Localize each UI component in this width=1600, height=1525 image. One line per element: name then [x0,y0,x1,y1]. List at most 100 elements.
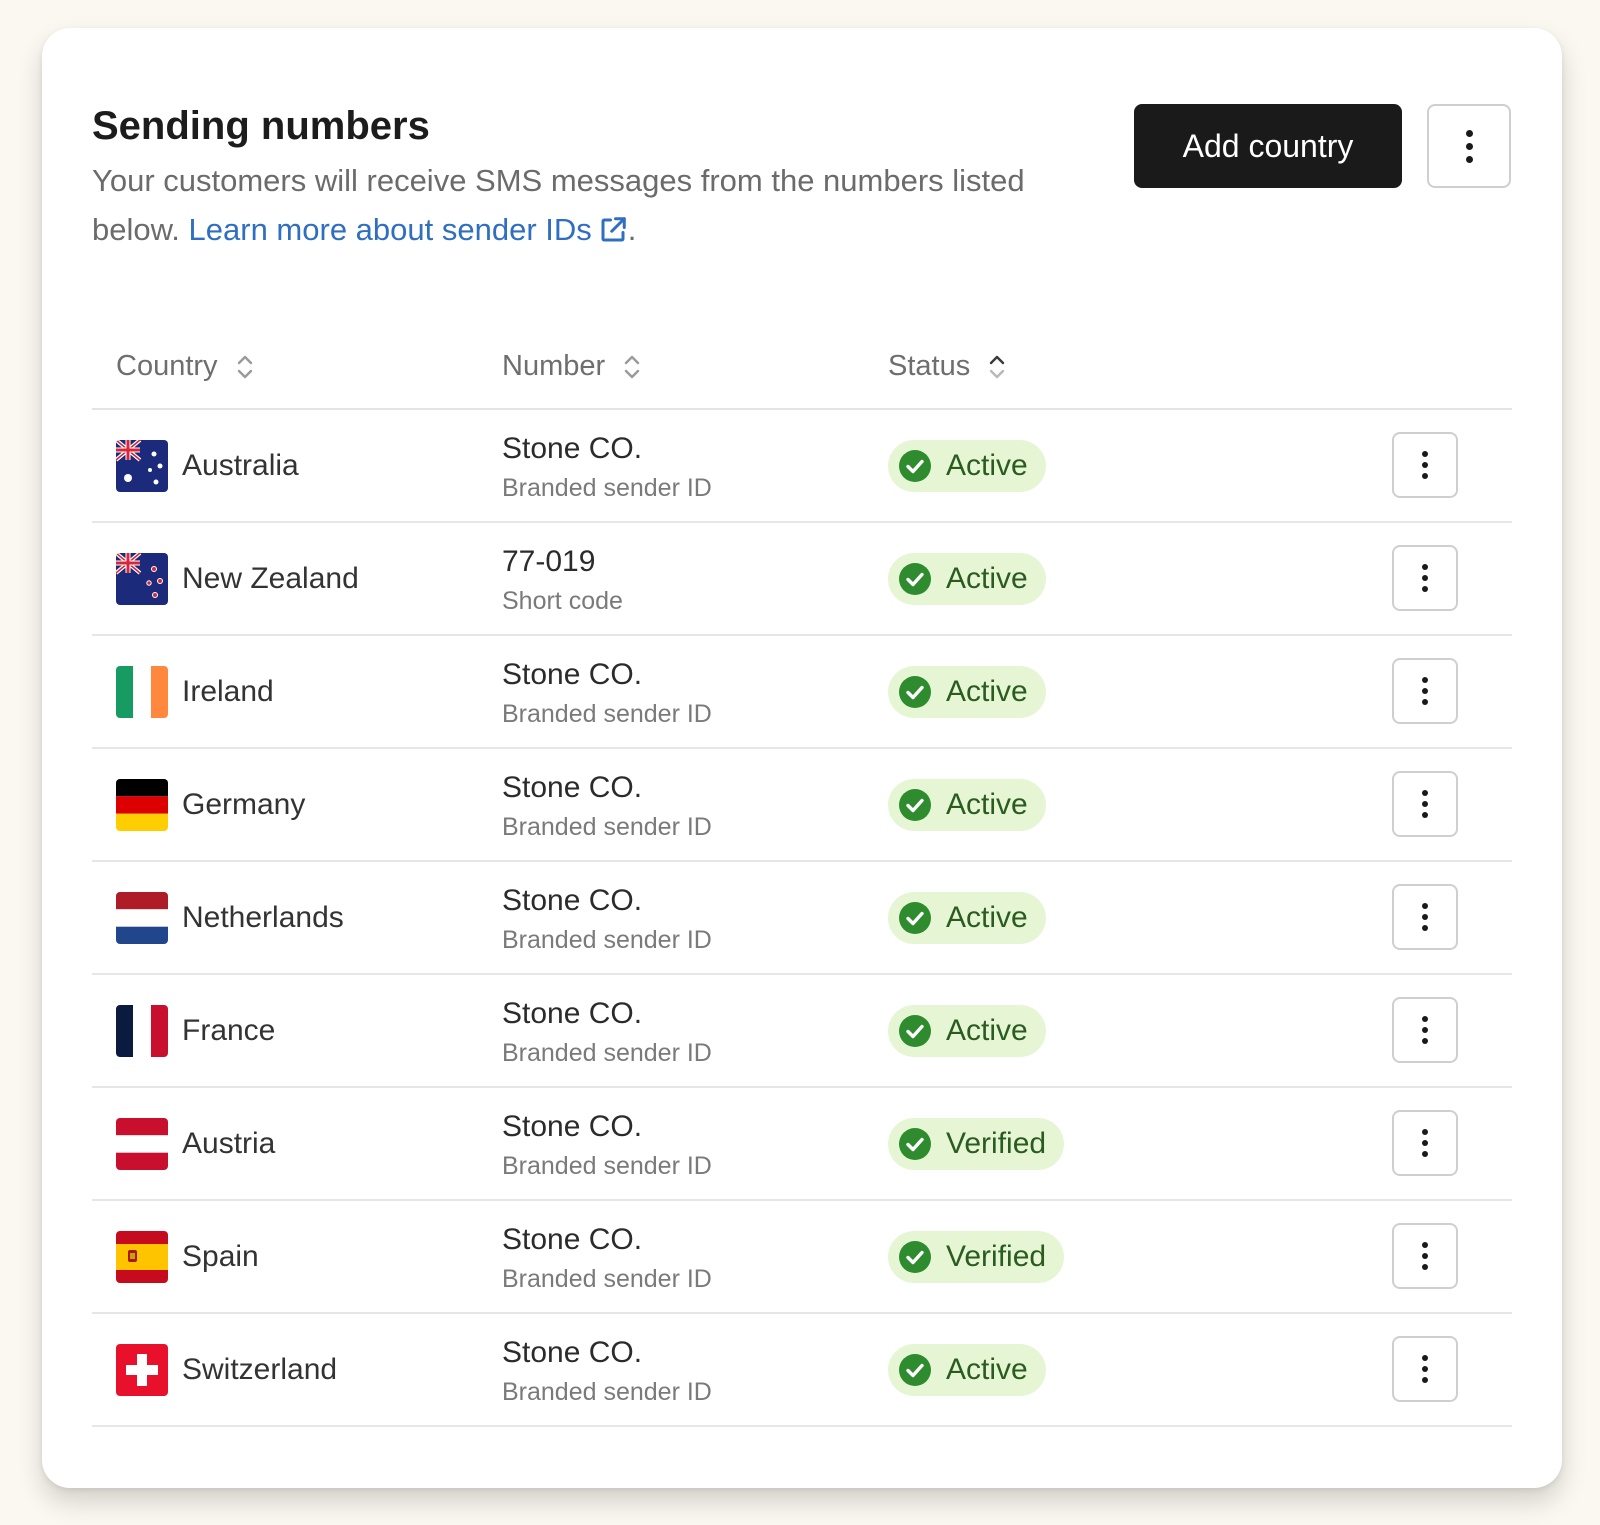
more-vertical-icon [1422,1016,1428,1044]
status-label: Active [946,1353,1028,1386]
add-country-button[interactable]: Add country [1134,104,1402,188]
check-circle-icon [899,1128,931,1160]
sender-type: Branded sender ID [502,1378,712,1406]
switzerland-flag-icon [116,1344,168,1396]
status-label: Active [946,449,1028,482]
status-label: Verified [946,1240,1047,1273]
sender-number: Stone CO. [502,997,643,1030]
new-zealand-flag-icon [116,553,168,605]
sender-type: Short code [502,587,623,615]
country-name: Switzerland [182,1353,338,1386]
status-badge: Active [888,553,1046,605]
description-suffix: . [627,212,637,247]
spain-flag-icon [116,1231,168,1283]
check-circle-icon [899,789,931,821]
row-actions-button[interactable] [1392,1223,1458,1289]
sender-type: Branded sender ID [502,926,712,954]
check-circle-icon [899,450,931,482]
table-row: Spain Stone CO. Branded sender ID Verifi… [92,1201,1512,1314]
status-badge: Active [888,1344,1046,1396]
status-label: Verified [946,1127,1047,1160]
row-actions-button[interactable] [1392,545,1458,611]
sending-numbers-table: Country Number Status Australia Stone CO… [92,328,1512,1427]
sending-numbers-card: Sending numbers Your customers will rece… [42,28,1562,1488]
country-name: Australia [182,449,299,482]
more-vertical-icon [1422,1129,1428,1157]
check-circle-icon [899,563,931,595]
column-label-status: Status [888,350,971,382]
more-vertical-icon [1422,451,1428,479]
table-header: Country Number Status [92,328,1512,410]
table-row: Germany Stone CO. Branded sender ID Acti… [92,749,1512,862]
status-badge: Active [888,666,1046,718]
description: Your customers will receive SMS messages… [92,156,1072,254]
column-label-number: Number [502,350,606,382]
sort-ascending-icon [990,355,1005,378]
sender-type: Branded sender ID [502,1265,712,1293]
australia-flag-icon [116,440,168,492]
status-label: Active [946,1014,1028,1047]
status-badge: Active [888,1005,1046,1057]
sender-number: 77-019 [502,545,596,578]
more-options-button[interactable] [1427,104,1511,188]
country-name: Ireland [182,675,274,708]
france-flag-icon [116,1005,168,1057]
row-actions-button[interactable] [1392,432,1458,498]
external-link-icon [601,217,626,242]
country-name: Netherlands [182,901,344,934]
check-circle-icon [899,1015,931,1047]
netherlands-flag-icon [116,892,168,944]
country-name: New Zealand [182,562,359,595]
country-name: Spain [182,1240,259,1273]
status-badge: Active [888,779,1046,831]
table-row: Ireland Stone CO. Branded sender ID Acti… [92,636,1512,749]
country-name: France [182,1014,276,1047]
table-row: Switzerland Stone CO. Branded sender ID … [92,1314,1512,1427]
column-header-status[interactable]: Status [888,350,1008,383]
check-circle-icon [899,676,931,708]
austria-flag-icon [116,1118,168,1170]
learn-more-link[interactable]: Learn more about sender IDs [189,212,628,247]
more-vertical-icon [1422,1242,1428,1270]
country-name: Germany [182,788,306,821]
column-header-number[interactable]: Number [502,350,643,383]
sender-type: Branded sender ID [502,700,712,728]
row-actions-button[interactable] [1392,1110,1458,1176]
sender-type: Branded sender ID [502,474,712,502]
check-circle-icon [899,1354,931,1386]
more-vertical-icon [1422,677,1428,705]
status-badge: Active [888,892,1046,944]
check-circle-icon [899,902,931,934]
check-circle-icon [899,1241,931,1273]
row-actions-button[interactable] [1392,771,1458,837]
table-row: New Zealand 77-019 Short code Active [92,523,1512,636]
column-header-country[interactable]: Country [116,350,256,383]
row-actions-button[interactable] [1392,658,1458,724]
table-row: France Stone CO. Branded sender ID Activ… [92,975,1512,1088]
more-vertical-icon [1422,564,1428,592]
status-label: Active [946,562,1028,595]
table-row: Austria Stone CO. Branded sender ID Veri… [92,1088,1512,1201]
germany-flag-icon [116,779,168,831]
learn-more-label: Learn more about sender IDs [188,212,592,247]
more-vertical-icon [1422,790,1428,818]
sender-type: Branded sender ID [502,1039,712,1067]
sender-number: Stone CO. [502,771,643,804]
more-vertical-icon [1422,1355,1428,1383]
sender-number: Stone CO. [502,884,643,917]
row-actions-button[interactable] [1392,997,1458,1063]
sender-type: Branded sender ID [502,1152,712,1180]
row-actions-button[interactable] [1392,1336,1458,1402]
sort-icon [237,355,252,378]
more-vertical-icon [1465,129,1473,163]
sender-number: Stone CO. [502,432,643,465]
status-label: Active [946,675,1028,708]
sender-number: Stone CO. [502,1223,643,1256]
country-name: Austria [182,1127,276,1160]
more-vertical-icon [1422,903,1428,931]
table-row: Australia Stone CO. Branded sender ID Ac… [92,410,1512,523]
table-row: Netherlands Stone CO. Branded sender ID … [92,862,1512,975]
ireland-flag-icon [116,666,168,718]
row-actions-button[interactable] [1392,884,1458,950]
status-label: Active [946,901,1028,934]
